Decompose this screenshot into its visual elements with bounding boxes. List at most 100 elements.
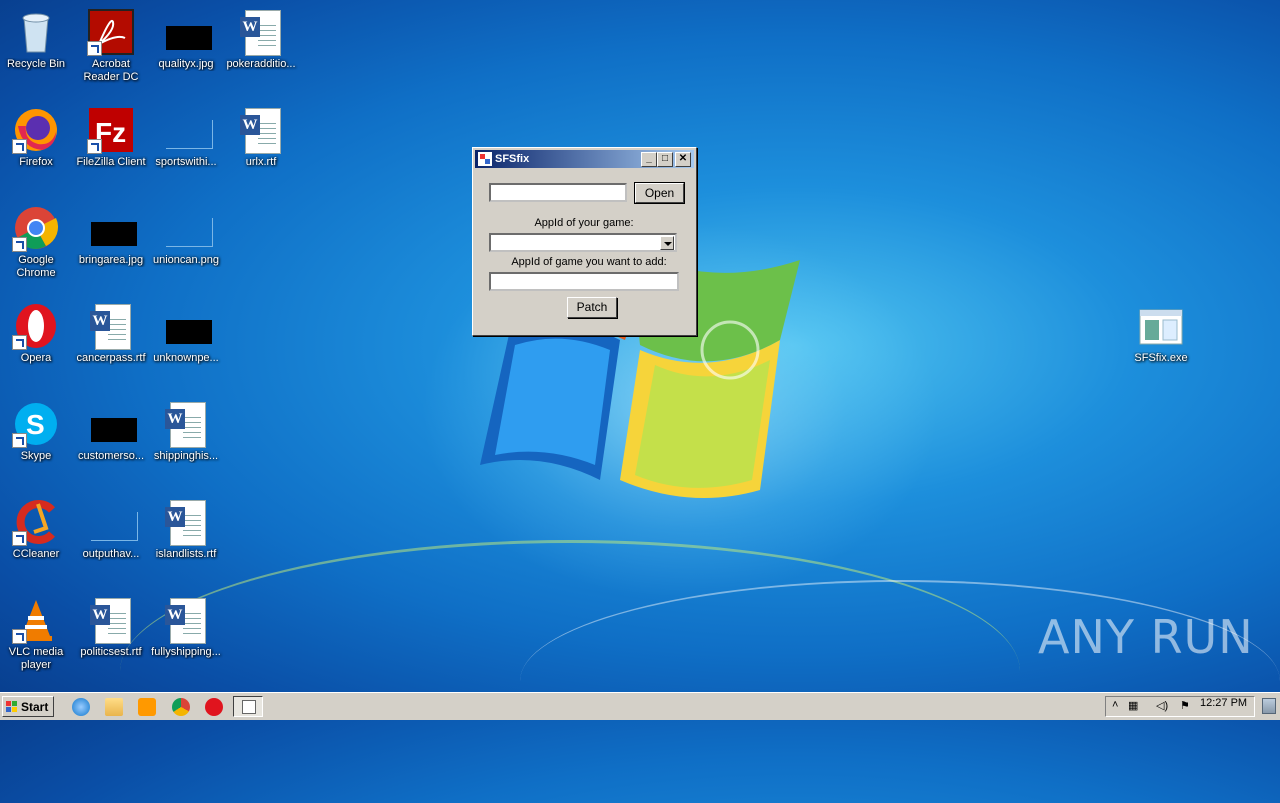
recycle-bin-icon bbox=[12, 8, 60, 56]
maximize-button[interactable]: □ bbox=[657, 152, 673, 167]
desktop-icon-bringarea[interactable]: bringarea.jpg bbox=[73, 200, 149, 292]
icon-label: Skype bbox=[20, 450, 52, 462]
chevron-up-icon[interactable]: ˄ bbox=[1112, 699, 1118, 711]
icon-label: bringarea.jpg bbox=[78, 254, 144, 266]
window-titlebar[interactable]: SFSfix _ □ ✕ bbox=[475, 150, 694, 168]
add-appid-label: AppId of game you want to add: bbox=[511, 256, 667, 268]
filezilla-icon: Fz bbox=[87, 106, 135, 154]
executable-icon bbox=[1137, 302, 1185, 350]
internet-explorer-icon[interactable] bbox=[72, 698, 90, 716]
icon-label: Acrobat Reader DC bbox=[83, 58, 139, 83]
word-document-icon: W bbox=[162, 498, 210, 546]
word-document-icon: W bbox=[162, 596, 210, 644]
desktop-icon-unioncan[interactable]: unioncan.png bbox=[148, 200, 224, 292]
open-button[interactable]: Open bbox=[634, 182, 685, 204]
icon-label: CCleaner bbox=[12, 548, 60, 560]
icon-label: outputhav... bbox=[82, 548, 140, 560]
icon-label: qualityx.jpg bbox=[158, 58, 214, 70]
start-label: Start bbox=[21, 700, 49, 714]
desktop-icon-outputhav[interactable]: outputhav... bbox=[73, 494, 149, 586]
desktop-icon-sfsfix[interactable]: SFSfix.exe bbox=[1123, 298, 1199, 390]
app-icon bbox=[478, 152, 492, 166]
icon-label: urlx.rtf bbox=[245, 156, 277, 168]
icon-label: customerso... bbox=[77, 450, 145, 462]
icon-label: sportswithi... bbox=[155, 156, 217, 168]
image-file-icon bbox=[162, 8, 212, 56]
icon-label: FileZilla Client bbox=[76, 156, 146, 168]
network-icon[interactable]: ▦ bbox=[1128, 699, 1138, 712]
icon-label: politicsest.rtf bbox=[80, 646, 142, 658]
sfsfix-window: SFSfix _ □ ✕ Open AppId of your game: Ap… bbox=[472, 147, 697, 336]
desktop-icon-filezilla[interactable]: Fz FileZilla Client bbox=[73, 102, 149, 194]
image-file-icon bbox=[162, 204, 213, 252]
window-title: SFSfix bbox=[495, 153, 530, 165]
acrobat-icon bbox=[87, 8, 135, 56]
file-path-input[interactable] bbox=[489, 183, 627, 202]
desktop-icon-cancerpass[interactable]: W cancerpass.rtf bbox=[73, 298, 149, 390]
word-document-icon: W bbox=[87, 596, 135, 644]
anyrun-watermark: ANY RUN bbox=[1038, 610, 1254, 664]
image-file-icon bbox=[87, 204, 137, 252]
ccleaner-icon bbox=[12, 498, 60, 546]
close-button[interactable]: ✕ bbox=[675, 152, 691, 167]
desktop-icon-skype[interactable]: S Skype bbox=[0, 396, 74, 488]
firefox-icon bbox=[12, 106, 60, 154]
icon-label: pokeradditio... bbox=[226, 58, 296, 70]
folder-icon[interactable] bbox=[105, 698, 123, 716]
desktop-icon-acrobat[interactable]: Acrobat Reader DC bbox=[73, 4, 149, 96]
patch-button[interactable]: Patch bbox=[567, 297, 617, 318]
appid-dropdown[interactable] bbox=[489, 233, 677, 252]
icon-label: VLC media player bbox=[8, 646, 64, 671]
opera-icon[interactable] bbox=[205, 698, 223, 716]
chrome-icon[interactable] bbox=[172, 698, 190, 716]
desktop-icon-unknownpe[interactable]: unknownpe... bbox=[148, 298, 224, 390]
add-appid-input[interactable] bbox=[489, 272, 679, 291]
media-player-icon[interactable] bbox=[138, 698, 156, 716]
appid-label: AppId of your game: bbox=[534, 217, 634, 229]
taskbar-item-sfsfix[interactable] bbox=[233, 696, 263, 717]
desktop-icon-pokeradditio[interactable]: W pokeradditio... bbox=[223, 4, 299, 96]
icon-label: unioncan.png bbox=[152, 254, 220, 266]
icon-label: shippinghis... bbox=[153, 450, 219, 462]
desktop-icon-fullyshipping[interactable]: W fullyshipping... bbox=[148, 592, 224, 684]
icon-label: Firefox bbox=[19, 156, 53, 168]
word-document-icon: W bbox=[237, 106, 285, 154]
opera-icon bbox=[12, 302, 60, 350]
app-icon bbox=[242, 700, 256, 714]
show-desktop-button[interactable] bbox=[1262, 698, 1276, 714]
file-icon bbox=[162, 106, 213, 154]
clock[interactable]: 12:27 PM bbox=[1200, 697, 1247, 709]
icon-label: islandlists.rtf bbox=[155, 548, 217, 560]
desktop-icon-sportswithi[interactable]: sportswithi... bbox=[148, 102, 224, 194]
desktop-icon-islandlists[interactable]: W islandlists.rtf bbox=[148, 494, 224, 586]
word-document-icon: W bbox=[162, 400, 210, 448]
chevron-down-icon[interactable] bbox=[660, 236, 674, 250]
start-button[interactable]: Start bbox=[2, 696, 54, 717]
icon-label: Opera bbox=[20, 352, 52, 364]
svg-text:S: S bbox=[26, 409, 45, 440]
desktop-icon-recycle-bin[interactable]: Recycle Bin bbox=[0, 4, 74, 96]
vlc-icon bbox=[12, 596, 60, 644]
desktop-icon-urlx[interactable]: W urlx.rtf bbox=[223, 102, 299, 194]
desktop-icon-politicsest[interactable]: W politicsest.rtf bbox=[73, 592, 149, 684]
desktop-icon-customerso[interactable]: customerso... bbox=[73, 396, 149, 488]
icon-label: SFSfix.exe bbox=[1134, 352, 1188, 364]
desktop-icon-firefox[interactable]: Firefox bbox=[0, 102, 74, 194]
desktop-icon-chrome[interactable]: Google Chrome bbox=[0, 200, 74, 292]
icon-label: cancerpass.rtf bbox=[76, 352, 146, 364]
desktop-icon-shippinghis[interactable]: W shippinghis... bbox=[148, 396, 224, 488]
desktop-icon-qualityx[interactable]: qualityx.jpg bbox=[148, 4, 224, 96]
taskbar: Start ˄ ▦ ◁) ⚑ 12:27 PM bbox=[0, 692, 1280, 720]
image-file-icon bbox=[162, 302, 212, 350]
minimize-button[interactable]: _ bbox=[641, 152, 657, 167]
desktop-icon-ccleaner[interactable]: CCleaner bbox=[0, 494, 74, 586]
volume-icon[interactable]: ◁) bbox=[1156, 699, 1168, 712]
icon-label: Recycle Bin bbox=[6, 58, 66, 70]
chrome-icon bbox=[12, 204, 60, 252]
skype-icon: S bbox=[12, 400, 60, 448]
flag-icon[interactable]: ⚑ bbox=[1180, 699, 1190, 712]
icon-label: fullyshipping... bbox=[151, 646, 221, 658]
windows-flag-icon bbox=[6, 701, 18, 713]
desktop-icon-opera[interactable]: Opera bbox=[0, 298, 74, 390]
desktop-icon-vlc[interactable]: VLC media player bbox=[0, 592, 74, 684]
